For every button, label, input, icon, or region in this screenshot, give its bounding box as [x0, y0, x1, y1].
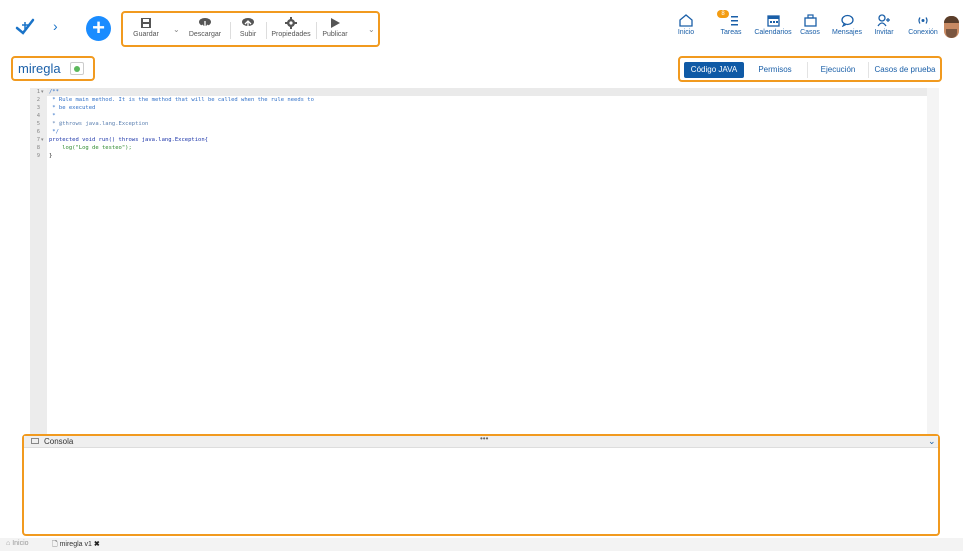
status-indicator[interactable]	[70, 62, 84, 75]
editor-tabs: Código JAVA Permisos Ejecución Casos de …	[678, 56, 942, 82]
fold-toggle-icon[interactable]: ▾	[41, 89, 44, 95]
code-line: */	[49, 129, 59, 135]
active-line-highlight	[47, 88, 927, 96]
code-line: protected void run() throws java.lang.Ex…	[49, 137, 208, 143]
download-button[interactable]: Descargar	[187, 17, 223, 38]
signal-icon	[918, 17, 928, 24]
cloud-upload-icon	[242, 18, 254, 28]
save-button[interactable]: Guardar	[131, 17, 161, 38]
top-bar: › + Guardar ⌄ Descargar Subir Propiedade…	[0, 0, 963, 56]
bottom-tab-home-label: Inicio	[12, 540, 29, 547]
publish-button[interactable]: Publicar	[320, 17, 350, 38]
add-button[interactable]: +	[86, 16, 111, 41]
tab-divider	[868, 62, 869, 78]
nav-tasks-label: Tareas	[720, 29, 742, 36]
publish-label: Publicar	[322, 31, 348, 38]
home-icon	[679, 14, 693, 27]
console-icon	[31, 438, 39, 444]
console-header[interactable]: Consola ••• ⌄	[24, 434, 938, 448]
tab-test-cases[interactable]: Casos de prueba	[872, 62, 938, 78]
download-label: Descargar	[188, 31, 222, 38]
status-dot-icon	[74, 66, 80, 72]
tab-divider	[807, 62, 808, 78]
save-dropdown-icon[interactable]: ⌄	[173, 25, 180, 34]
tasks-badge: 8	[717, 10, 729, 18]
code-line: /**	[49, 89, 59, 95]
save-icon	[141, 18, 151, 28]
nav-calendars-label: Calendarios	[754, 29, 792, 36]
nav-messages[interactable]: Mensajes	[830, 14, 864, 36]
bottom-tab-file-label: miregla v1	[59, 541, 92, 548]
line-number: 1	[36, 89, 40, 95]
editor-scrollbar[interactable]	[927, 88, 939, 435]
properties-label: Propiedades	[271, 31, 311, 38]
line-number: 6	[36, 129, 40, 135]
nav-calendars[interactable]: Calendarios	[753, 14, 793, 36]
nav-messages-label: Mensajes	[832, 29, 862, 36]
toolbar-divider	[230, 22, 231, 39]
tab-execution[interactable]: Ejecución	[812, 62, 864, 78]
bottom-tab-bar: ⌂ Inicio 🗋 miregla v1 ✖	[0, 538, 963, 551]
expand-chevron-icon[interactable]: ›	[53, 18, 58, 34]
publish-dropdown-icon[interactable]: ⌄	[368, 25, 375, 34]
code-line: * Rule main method. It is the method tha…	[49, 97, 314, 103]
chat-bubble-icon	[840, 14, 854, 27]
add-user-icon	[877, 14, 890, 27]
nav-home-label: Inicio	[677, 29, 695, 36]
bottom-tab-file[interactable]: 🗋 miregla v1 ✖	[52, 540, 100, 551]
line-number: 3	[36, 105, 40, 111]
line-number: 2	[36, 97, 40, 103]
rule-title-box: miregla	[11, 56, 95, 81]
nav-cases-label: Casos	[800, 29, 820, 36]
line-number: 5	[36, 121, 40, 127]
line-number: 7	[36, 137, 40, 143]
nav-cases[interactable]: Casos	[799, 14, 821, 36]
nav-connection-label: Conexión	[908, 29, 938, 36]
code-line: }	[49, 153, 53, 159]
close-icon[interactable]: ✖	[94, 541, 100, 548]
nav-invite-label: Invitar	[874, 29, 894, 36]
console-title: Consola	[44, 437, 74, 446]
play-icon	[331, 18, 340, 28]
toolbar-divider	[316, 22, 317, 39]
avatar-beard	[946, 29, 957, 38]
tab-permissions[interactable]: Permisos	[752, 62, 798, 78]
code-editor[interactable]: 1 2 3 4 5 6 7 8 9 ▾ ▾ /** * Rule main me…	[30, 88, 927, 435]
code-line: * @throws java.lang.Exception	[49, 121, 149, 127]
fold-toggle-icon[interactable]: ▾	[41, 137, 44, 143]
code-line: *	[49, 113, 56, 119]
action-toolbar: Guardar ⌄ Descargar Subir Propiedades Pu…	[121, 11, 380, 47]
cloud-download-icon	[199, 18, 211, 29]
gear-icon	[285, 17, 297, 29]
code-line: * be executed	[49, 105, 96, 111]
user-avatar[interactable]	[944, 16, 959, 38]
nav-invite[interactable]: Invitar	[873, 14, 895, 36]
calendar-icon	[766, 15, 780, 27]
code-line: log("Log de testeo");	[49, 145, 132, 151]
avatar-hair	[944, 16, 959, 23]
briefcase-icon	[803, 14, 817, 27]
page-title[interactable]: miregla	[18, 61, 61, 76]
bottom-tab-home[interactable]: ⌂ Inicio	[6, 540, 29, 547]
home-icon: ⌂	[6, 540, 11, 547]
properties-button[interactable]: Propiedades	[270, 17, 312, 38]
nav-tasks[interactable]: 8 Tareas	[717, 10, 742, 36]
app-logo-icon[interactable]	[14, 16, 36, 38]
line-number: 4	[36, 113, 40, 119]
collapse-chevron-icon[interactable]: ⌄	[928, 436, 936, 447]
tab-java-code[interactable]: Código JAVA	[684, 62, 744, 78]
nav-connection[interactable]: Conexión	[906, 14, 940, 36]
document-icon: 🗋	[52, 541, 58, 548]
console-panel: Consola ••• ⌄	[22, 434, 940, 536]
line-number: 8	[36, 145, 40, 151]
save-label: Guardar	[133, 31, 159, 38]
console-resize-handle[interactable]: •••	[480, 434, 488, 443]
nav-home[interactable]: Inicio	[675, 14, 697, 36]
toolbar-divider	[266, 22, 267, 39]
upload-label: Subir	[239, 31, 257, 38]
line-number: 9	[36, 153, 40, 159]
upload-button[interactable]: Subir	[235, 17, 261, 38]
